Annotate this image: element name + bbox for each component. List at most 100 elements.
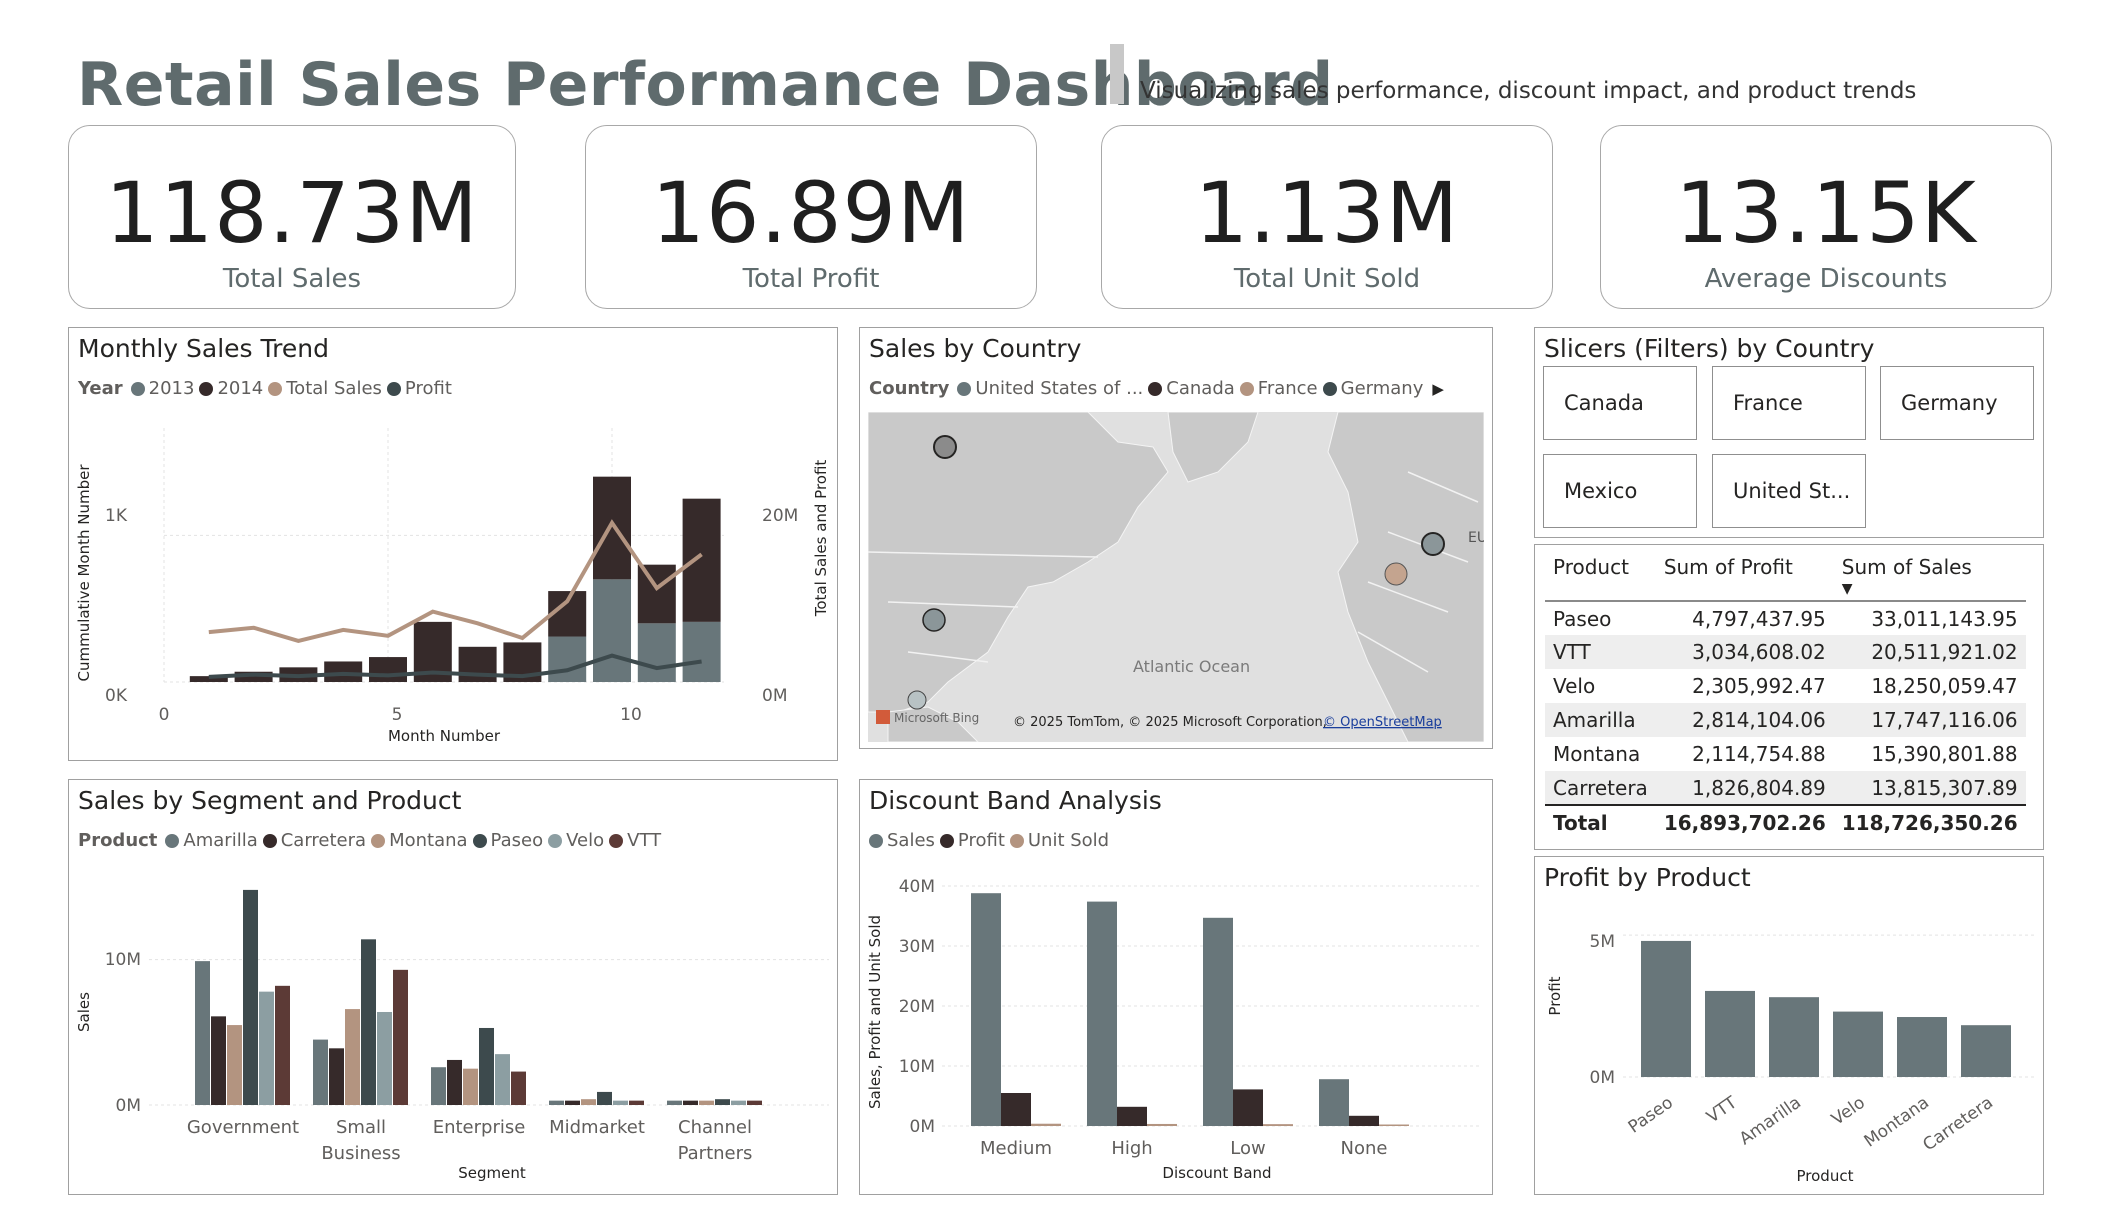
cell-sales: 18,250,059.47 <box>1871 674 2018 698</box>
legend-item-total-sales[interactable]: Total Sales <box>268 378 382 399</box>
legend-item-germany[interactable]: Germany <box>1322 378 1423 399</box>
legend-item-velo[interactable]: Velo <box>548 830 604 851</box>
kpi-card-total-unit-sold[interactable]: 1.13M Total Unit Sold <box>1101 125 1553 309</box>
legend-title: Country <box>869 378 950 399</box>
column-header-sum-of-sales[interactable]: Sum of Sales ▼ <box>1833 555 2026 602</box>
kpi-value: 118.73M <box>105 164 479 262</box>
discount-band-panel[interactable]: Discount Band Analysis Sales Profit Unit… <box>859 779 1493 1195</box>
kpi-label: Total Unit Sold <box>1233 264 1421 294</box>
table-row[interactable]: Velo 2,305,992.47 18,250,059.47 <box>1545 669 2026 703</box>
bar-velo-channel-partners <box>731 1100 746 1105</box>
map-bubble-germany[interactable] <box>1421 532 1445 556</box>
cell-profit: 2,814,104.06 <box>1655 703 1834 737</box>
table-row[interactable]: Amarilla 2,814,104.06 17,747,116.06 <box>1545 703 2026 737</box>
map-bubble-mexico[interactable] <box>907 690 927 710</box>
bar-2013-month-9 <box>548 636 587 682</box>
bar-sales-none <box>1319 1079 1349 1126</box>
slicer-option-canada[interactable]: Canada <box>1543 366 1697 440</box>
bar-vtt-enterprise <box>511 1071 526 1105</box>
product-table: Product Sum of Profit Sum of Sales ▼ Pase… <box>1545 555 2026 839</box>
kpi-card-total-sales[interactable]: 118.73M Total Sales <box>68 125 516 309</box>
kpi-card-average-discounts[interactable]: 13.15K Average Discounts <box>1600 125 2052 309</box>
legend-item-unit-sold[interactable]: Unit Sold <box>1009 830 1109 851</box>
map-bubble-united-states[interactable] <box>922 608 946 632</box>
table-row[interactable]: Paseo 4,797,437.95 33,011,143.95 <box>1545 601 2026 635</box>
legend-item-united-states[interactable]: United States of ... <box>957 378 1143 399</box>
sales-by-country-panel[interactable]: Sales by Country Country United States o… <box>859 327 1493 749</box>
legend-item-profit[interactable]: Profit <box>939 830 1005 851</box>
map-bubble-france[interactable] <box>1384 562 1408 586</box>
legend-item-canada[interactable]: Canada <box>1148 378 1235 399</box>
bar-vtt-channel-partners <box>747 1100 762 1105</box>
column-header-label: Sum of Sales <box>1841 555 1972 579</box>
slicer-option-france[interactable]: France <box>1712 366 1866 440</box>
x-tick-label: Channel <box>678 1117 752 1138</box>
monthly-sales-chart[interactable]: Cummulative Month Number Total Sales and… <box>69 408 836 758</box>
legend-label: Sales <box>887 830 935 851</box>
bar-montana-government <box>227 1025 242 1105</box>
profit-by-product-chart[interactable]: Profit Product 0M 5M Paseo VTTAmarilla Vel… <box>1535 901 2041 1191</box>
legend-label: 2013 <box>148 378 195 399</box>
legend-item-profit[interactable]: Profit <box>386 378 452 399</box>
legend-item-vtt[interactable]: VTT <box>609 830 661 851</box>
cell-total-profit: 16,893,702.26 <box>1655 804 1834 839</box>
column-header-product[interactable]: Product <box>1545 555 1656 602</box>
legend-item-sales[interactable]: Sales <box>869 830 935 851</box>
y-tick: 30M <box>899 937 935 957</box>
discount-band-chart[interactable]: Sales, Profit and Unit Sold Discount Ban… <box>860 862 1490 1192</box>
bar-montana-enterprise <box>463 1068 478 1105</box>
legend: Year 2013 2014 Total Sales Profit <box>78 378 457 399</box>
y-right-tick: 0M <box>762 686 787 706</box>
cell-product: Montana <box>1553 742 1641 766</box>
column-header-sum-of-profit[interactable]: Sum of Profit <box>1655 555 1834 602</box>
bar-vtt <box>1705 990 1755 1077</box>
bar-montana-channel-partners <box>699 1100 714 1105</box>
cell-sales: 20,511,921.02 <box>1833 635 2026 669</box>
legend-item-paseo[interactable]: Paseo <box>472 830 543 851</box>
kpi-card-total-profit[interactable]: 16.89M Total Profit <box>585 125 1037 309</box>
x-tick-label: Midmarket <box>549 1117 645 1138</box>
legend-item-2013[interactable]: 2013 <box>130 378 195 399</box>
segment-product-chart[interactable]: Sales Segment 0M 10M Government Small Busi… <box>69 862 836 1192</box>
legend-dot <box>130 381 145 396</box>
country-slicer-panel[interactable]: Slicers (Filters) by Country Canada Fran… <box>1534 327 2044 538</box>
monthly-sales-trend-panel[interactable]: Monthly Sales Trend Year 2013 2014 Total… <box>68 327 838 761</box>
bar-sales-low <box>1203 917 1233 1126</box>
country-map[interactable]: Atlantic Ocean EU Microsoft Bing © 2025 … <box>868 412 1484 742</box>
table-row[interactable]: Carretera 1,826,804.89 13,815,307.89 <box>1545 771 2026 805</box>
legend-item-france[interactable]: France <box>1239 378 1318 399</box>
map-bubble-canada[interactable] <box>933 435 957 459</box>
sales-by-segment-panel[interactable]: Sales by Segment and Product Product Ama… <box>68 779 838 1195</box>
bar-amarilla-government <box>195 961 210 1105</box>
bar-2014-month-12 <box>682 498 721 622</box>
panel-title: Discount Band Analysis <box>869 786 1162 815</box>
sort-descending-icon[interactable]: ▼ <box>1842 581 1853 597</box>
kpi-label: Average Discounts <box>1704 264 1948 294</box>
x-tick-label: Paseo <box>1625 1093 1677 1138</box>
legend-dot <box>1148 381 1163 396</box>
table-row[interactable]: Montana 2,114,754.88 15,390,801.88 <box>1545 737 2026 771</box>
legend-item-amarilla[interactable]: Amarilla <box>165 830 258 851</box>
x-tick-label: Small <box>336 1117 386 1138</box>
y-axis-label: Profit <box>1546 976 1564 1015</box>
table-row[interactable]: VTT 3,034,608.02 20,511,921.02 <box>1545 635 2026 669</box>
legend-item-carretera[interactable]: Carretera <box>262 830 366 851</box>
bar-unit-sold-high <box>1147 1123 1177 1126</box>
product-table-panel[interactable]: Product Sum of Profit Sum of Sales ▼ Pase… <box>1534 544 2044 850</box>
legend-label: United States of ... <box>975 378 1144 399</box>
cell-sales: 17,747,116.06 <box>1833 703 2026 737</box>
legend-title: Year <box>78 378 123 399</box>
x-tick-label: Velo <box>1828 1093 1869 1130</box>
legend: Country United States of ... Canada Fran… <box>869 378 1444 399</box>
slicer-option-germany[interactable]: Germany <box>1880 366 2034 440</box>
legend-scroll-arrow-icon[interactable]: ▶ <box>1432 380 1444 398</box>
bar-montana <box>1897 1017 1947 1077</box>
profit-by-product-panel[interactable]: Profit by Product Profit Product 0M 5M P… <box>1534 856 2044 1195</box>
legend-label: Profit <box>404 378 452 399</box>
slicer-option-mexico[interactable]: Mexico <box>1543 454 1697 528</box>
openstreetmap-link[interactable]: © OpenStreetMap <box>1323 715 1442 730</box>
legend-item-2014[interactable]: 2014 <box>199 378 263 399</box>
legend-item-montana[interactable]: Montana <box>371 830 468 851</box>
bing-logo-text: Microsoft Bing <box>894 711 979 725</box>
slicer-option-united-states[interactable]: United St... <box>1712 454 1866 528</box>
